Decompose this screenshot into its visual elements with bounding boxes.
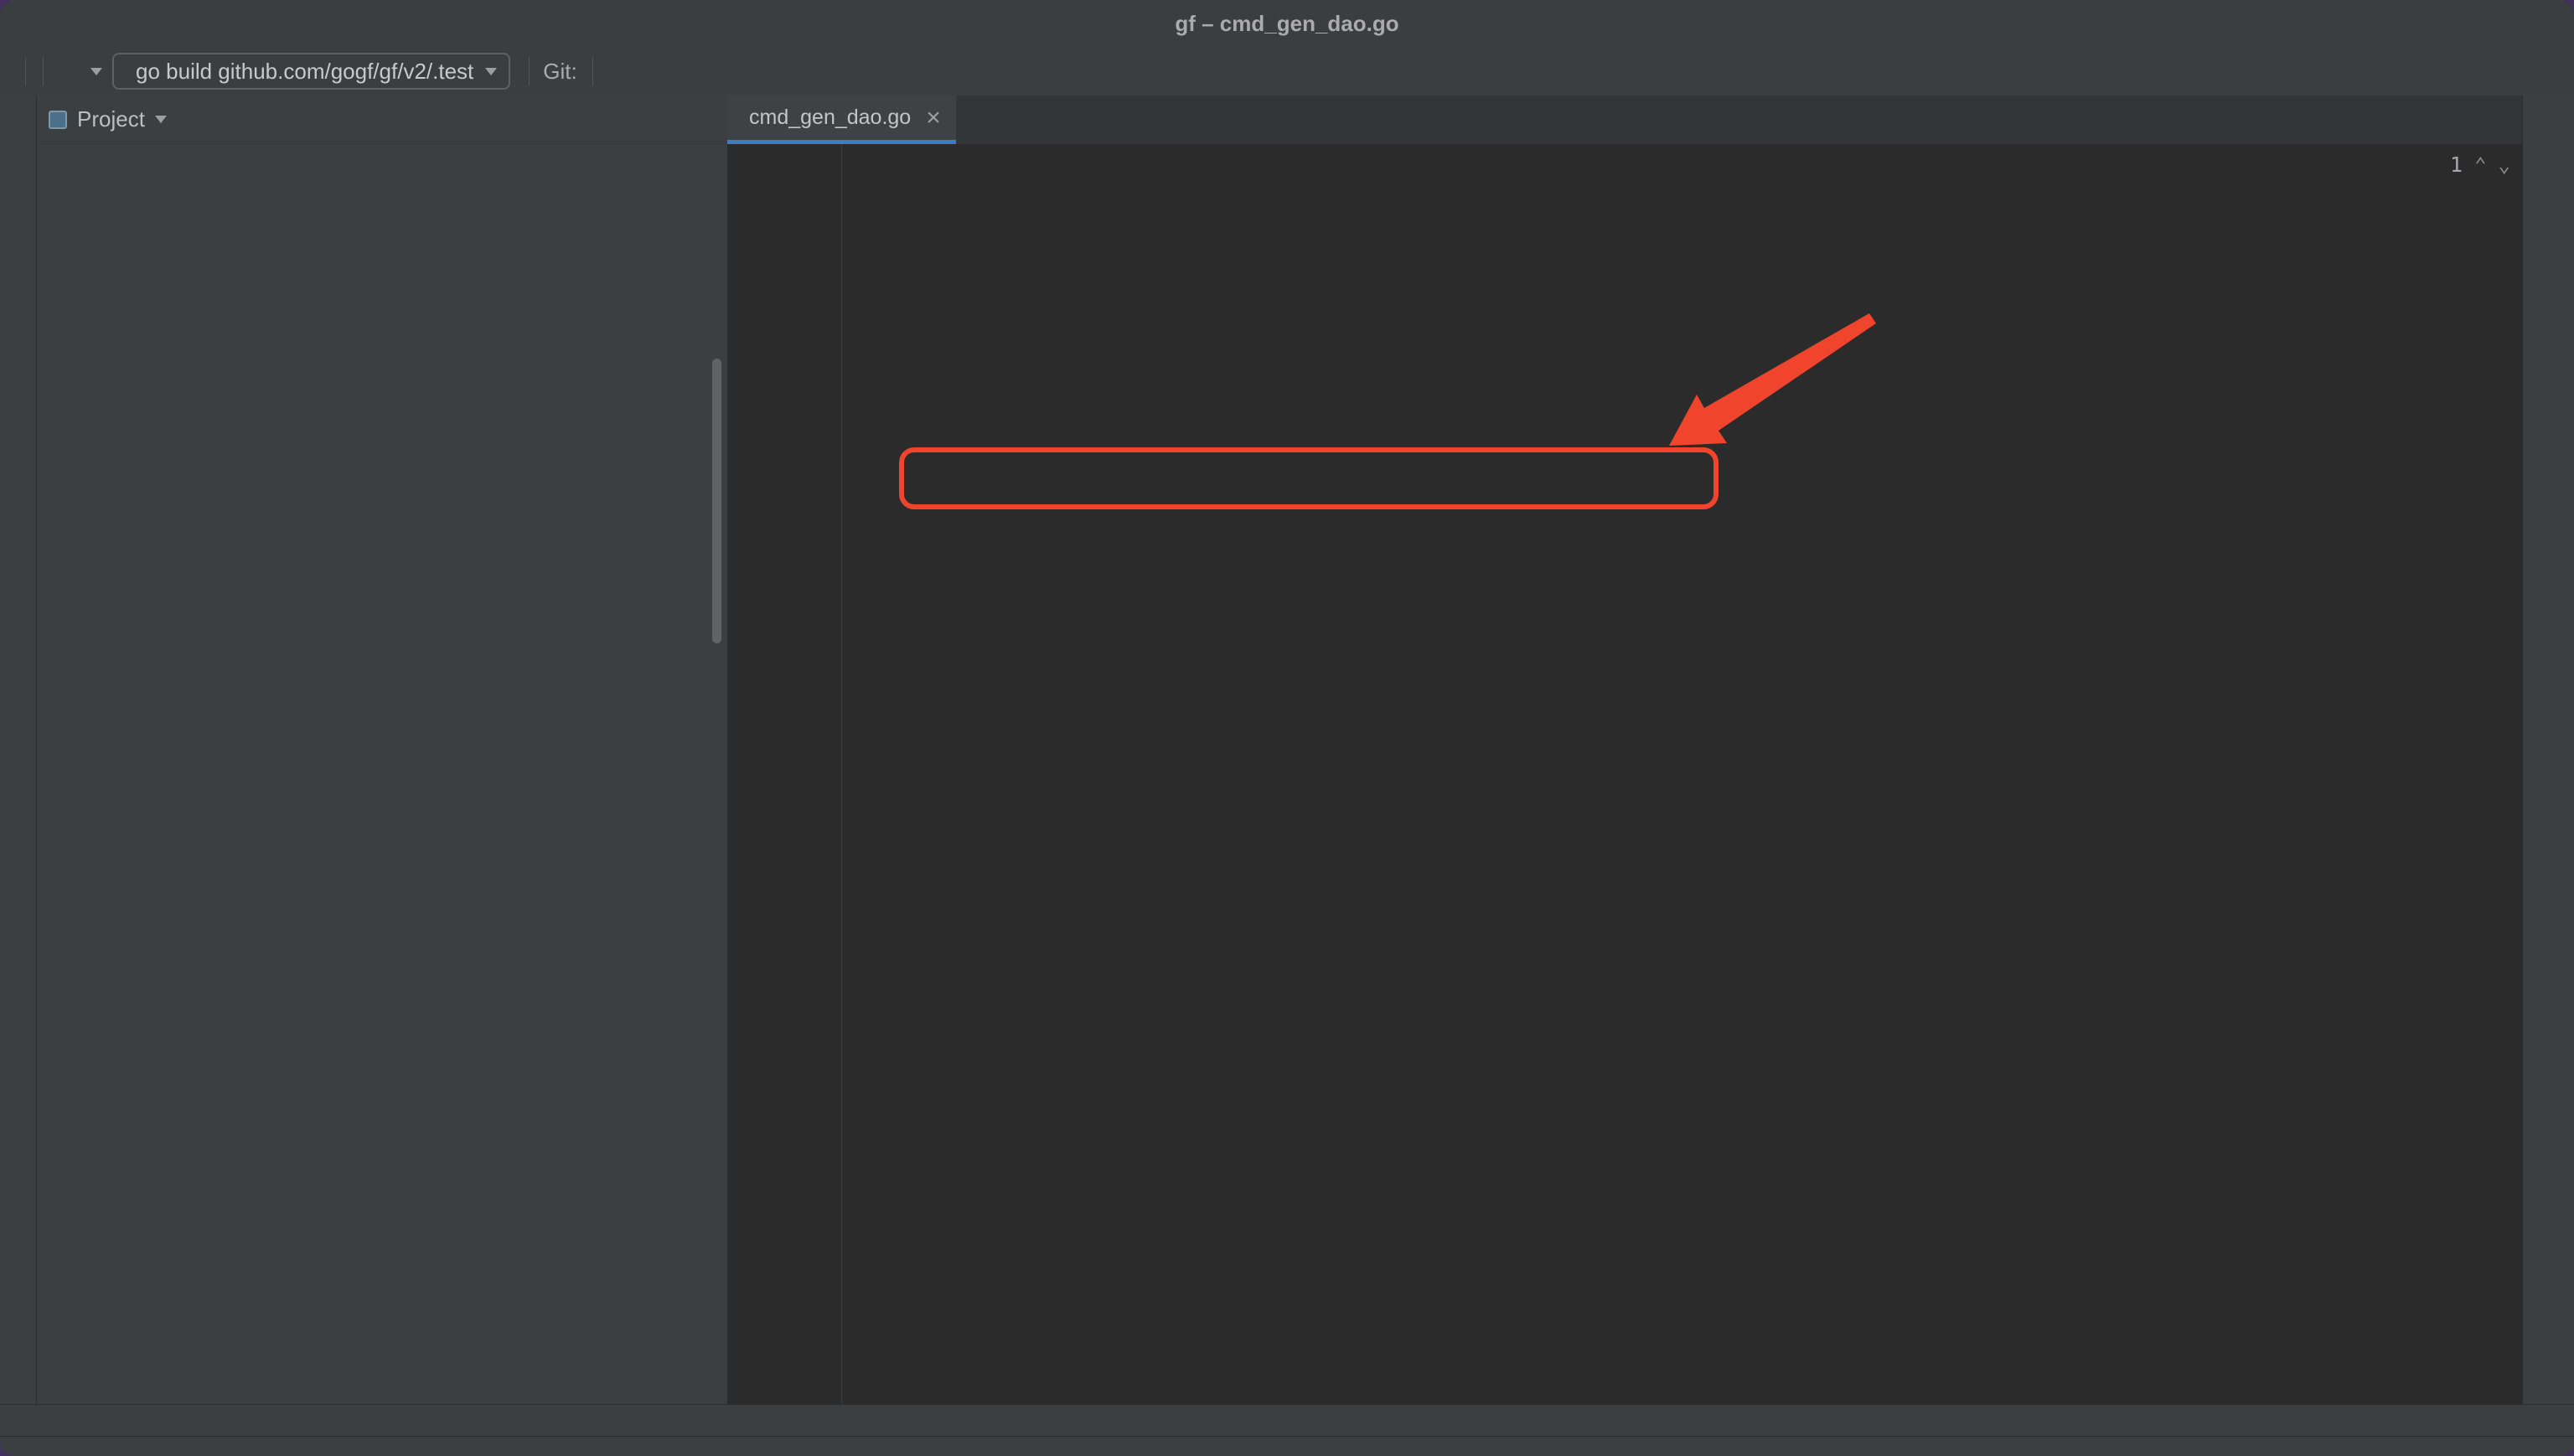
status-bar bbox=[0, 1436, 2574, 1456]
prev-problem-button[interactable]: ⌃ bbox=[2474, 153, 2486, 177]
right-tool-window-stripe bbox=[2522, 96, 2574, 1404]
toolbar-divider bbox=[43, 57, 44, 85]
ide-window: gf – cmd_gen_dao.go go build github.com/… bbox=[0, 0, 2574, 1456]
project-tool-window: Project bbox=[37, 96, 726, 1404]
git-label: Git: bbox=[543, 59, 576, 85]
inspection-widget[interactable]: 1 ⌃ ⌄ bbox=[2438, 152, 2510, 177]
project-tree bbox=[37, 144, 726, 1404]
chevron-down-icon[interactable] bbox=[155, 116, 167, 123]
tree-scrollbar[interactable] bbox=[712, 359, 721, 643]
window-title: gf – cmd_gen_dao.go bbox=[0, 0, 2574, 47]
editor-area: cmd_gen_dao.go × 1 ⌃ ⌄ bbox=[727, 96, 2522, 1404]
project-panel-title[interactable]: Project bbox=[77, 106, 145, 132]
editor-tab-cmd_gen_dao[interactable]: cmd_gen_dao.go × bbox=[727, 96, 956, 144]
project-view-icon bbox=[49, 111, 67, 129]
toolbar-divider bbox=[592, 57, 593, 85]
chevron-down-icon bbox=[485, 68, 497, 75]
editor-tab-label: cmd_gen_dao.go bbox=[749, 106, 911, 130]
gutter-separator bbox=[841, 144, 842, 1404]
run-configuration-label: go build github.com/gogf/gf/v2/.test bbox=[136, 59, 473, 85]
chevron-down-icon bbox=[90, 68, 102, 75]
title-bar: gf – cmd_gen_dao.go bbox=[0, 0, 2574, 47]
tool-window-switcher-icon[interactable] bbox=[15, 1438, 40, 1456]
inspection-count: 1 bbox=[2450, 152, 2463, 177]
toolbar-divider bbox=[25, 57, 26, 85]
left-tool-window-stripe bbox=[0, 96, 37, 1404]
annotation-arrow bbox=[727, 144, 2522, 1404]
user-account-button[interactable] bbox=[52, 53, 89, 90]
next-problem-button[interactable]: ⌄ bbox=[2499, 153, 2510, 177]
code-editor[interactable]: 1 ⌃ ⌄ bbox=[727, 144, 2522, 1404]
project-panel-header: Project bbox=[37, 96, 726, 144]
editor-tab-bar: cmd_gen_dao.go × bbox=[727, 96, 2522, 144]
main-toolbar: go build github.com/gogf/gf/v2/.test Git… bbox=[0, 47, 2574, 96]
annotation-highlight-rect bbox=[899, 447, 1719, 509]
close-tab-icon[interactable]: × bbox=[926, 106, 941, 131]
toolbar-divider bbox=[529, 57, 530, 85]
tool-window-bar bbox=[0, 1404, 2574, 1436]
run-configuration-select[interactable]: go build github.com/gogf/gf/v2/.test bbox=[112, 53, 510, 90]
